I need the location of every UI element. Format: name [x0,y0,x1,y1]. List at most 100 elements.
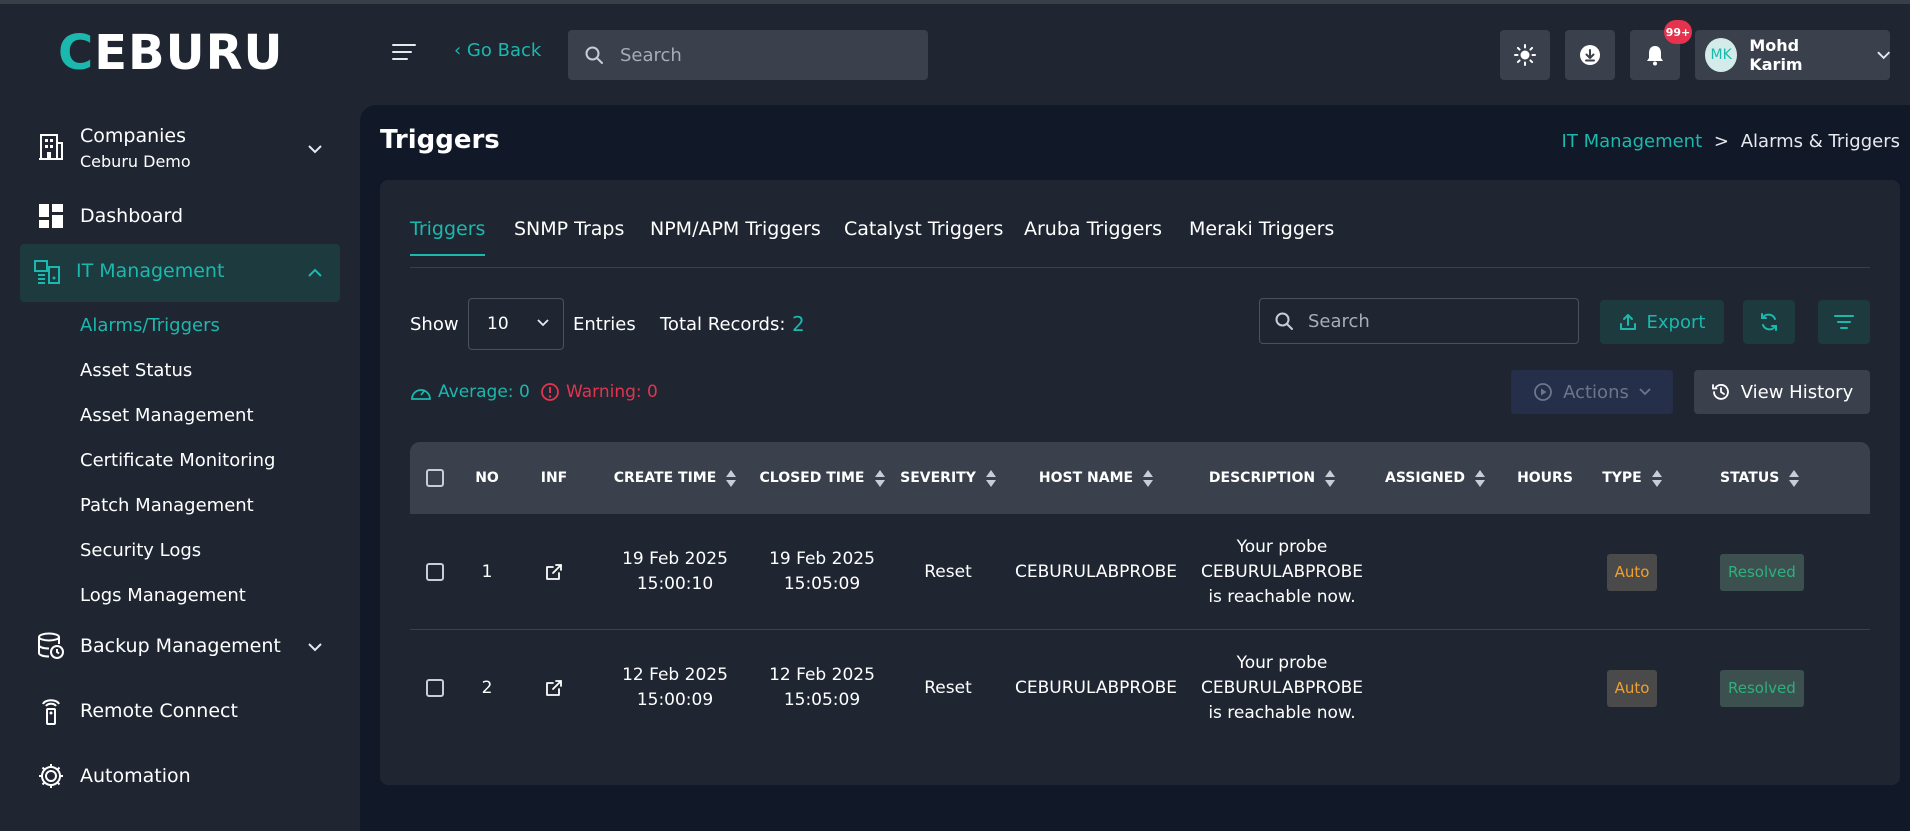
sidebar-item-automation[interactable]: Automation [20,753,340,799]
theme-toggle-button[interactable] [1500,30,1550,80]
sidebar-item-it-management[interactable]: IT Management [20,244,340,302]
sort-icon[interactable] [1143,469,1154,487]
window-top-border [0,0,1910,4]
user-menu[interactable]: MK Mohd Karim [1695,30,1890,80]
cell-hours [1510,514,1580,630]
external-link-icon[interactable] [514,630,594,746]
external-link-icon[interactable] [514,514,594,630]
ceburu-logo[interactable]: C EBURU [58,25,284,81]
col-closed-time[interactable]: CLOSED TIME [756,442,888,514]
table-search[interactable] [1259,298,1579,344]
export-button[interactable]: Export [1600,300,1724,344]
go-back-link[interactable]: ‹ Go Back [454,40,541,61]
tab-meraki-triggers[interactable]: Meraki Triggers [1189,218,1334,254]
refresh-button[interactable] [1743,300,1795,344]
breadcrumb-current: Alarms & Triggers [1740,131,1900,152]
cell-hours [1510,630,1580,746]
status-badge: Resolved [1720,553,1804,591]
breadcrumb-separator: > [1713,131,1729,152]
actions-dropdown[interactable]: Actions [1511,370,1673,414]
network-icon [32,258,62,288]
filter-button[interactable] [1818,300,1870,344]
cell-assigned [1360,514,1510,630]
cell-host-name: CEBURULABPROBE [1015,561,1177,582]
global-search[interactable] [568,30,928,80]
view-history-label: View History [1740,381,1854,403]
entries-select[interactable]: 10 [468,298,564,350]
sidebar-item-asset-management[interactable]: Asset Management [80,405,254,426]
sidebar: Companies Ceburu Demo Dashboard IT Manag… [0,105,360,831]
warning-indicator: Warning: 0 [540,382,658,402]
col-type[interactable]: TYPE [1580,442,1684,514]
breadcrumb: IT Management > Alarms & Triggers [1562,131,1900,152]
select-all-checkbox[interactable] [426,469,444,487]
notification-badge: 99+ [1664,20,1692,44]
tab-catalyst-triggers[interactable]: Catalyst Triggers [844,218,1003,254]
company-name: Ceburu Demo [80,152,191,171]
menu-toggle-icon[interactable] [392,44,416,62]
sidebar-item-dashboard[interactable]: Dashboard [20,193,340,239]
cell-closed-time: 19 Feb 2025 15:05:09 [769,549,875,594]
main-content: Triggers IT Management > Alarms & Trigge… [360,105,1910,831]
cell-severity: Reset [924,561,972,582]
sidebar-item-label: Remote Connect [80,700,238,722]
sort-icon[interactable] [1651,469,1662,487]
type-badge: Auto [1606,669,1658,707]
sort-icon[interactable] [985,469,996,487]
sidebar-item-patch-management[interactable]: Patch Management [80,495,254,516]
upload-icon [1619,314,1636,330]
col-status[interactable]: STATUS [1684,442,1870,514]
sidebar-item-companies[interactable]: Companies Ceburu Demo [20,115,340,175]
download-button[interactable] [1565,30,1615,80]
show-label: Show [410,314,459,335]
cell-closed-time: 12 Feb 2025 15:05:09 [769,665,875,710]
sort-icon[interactable] [874,469,885,487]
global-search-input[interactable] [620,44,900,66]
cell-status: Resolved [1684,630,1870,746]
cell-type: Auto [1580,514,1684,630]
cell-description: Your probe CEBURULABPROBE is reachable now… [1201,652,1363,723]
table-search-input[interactable] [1308,310,1548,332]
col-create-time[interactable]: CREATE TIME [594,442,756,514]
sidebar-item-remote-connect[interactable]: Remote Connect [20,688,340,734]
status-badge: Resolved [1720,669,1804,707]
sidebar-item-label: Automation [80,765,191,787]
tab-snmp-traps[interactable]: SNMP Traps [514,218,624,254]
tab-aruba-triggers[interactable]: Aruba Triggers [1024,218,1162,254]
table-row[interactable]: 2 12 Feb 2025 15:00:09 12 Feb 2025 15:05:0… [410,630,1870,746]
history-icon [1711,384,1729,400]
row-checkbox[interactable] [426,679,444,697]
col-host-name[interactable]: HOST NAME [1008,442,1184,514]
row-checkbox[interactable] [426,563,444,581]
database-backup-icon [36,631,66,661]
breadcrumb-it-management[interactable]: IT Management [1562,131,1703,152]
col-description[interactable]: DESCRIPTION [1184,442,1360,514]
triggers-table: NO INF CREATE TIME CLOSED TIME SEVERITY … [410,442,1870,746]
sidebar-item-logs-management[interactable]: Logs Management [80,585,246,606]
dashboard-icon [36,201,66,231]
chevron-down-icon [1876,50,1890,59]
table-header: NO INF CREATE TIME CLOSED TIME SEVERITY … [410,442,1870,514]
col-inf: INF [540,470,568,486]
sort-icon[interactable] [1789,469,1800,487]
tab-npm-apm-triggers[interactable]: NPM/APM Triggers [650,218,821,254]
warning-label: Warning: 0 [566,382,658,402]
sidebar-item-security-logs[interactable]: Security Logs [80,540,201,561]
sidebar-item-asset-status[interactable]: Asset Status [80,360,192,381]
sidebar-item-certificate-monitoring[interactable]: Certificate Monitoring [80,450,275,471]
col-assigned[interactable]: ASSIGNED [1360,442,1510,514]
tab-triggers[interactable]: Triggers [410,218,486,256]
col-severity[interactable]: SEVERITY [888,442,1008,514]
export-label: Export [1646,311,1706,333]
view-history-button[interactable]: View History [1694,370,1870,414]
sort-icon[interactable] [726,469,737,487]
sort-icon[interactable] [1325,469,1336,487]
play-circle-icon [1534,383,1553,401]
table-row[interactable]: 1 19 Feb 2025 15:00:10 19 Feb 2025 15:05:0… [410,514,1870,630]
sort-icon[interactable] [1474,469,1485,487]
sidebar-item-alarms-triggers[interactable]: Alarms/Triggers [80,315,220,336]
type-badge: Auto [1606,553,1658,591]
average-label: Average: 0 [438,382,530,402]
sidebar-item-backup-management[interactable]: Backup Management [20,623,340,669]
download-icon [1580,45,1600,65]
